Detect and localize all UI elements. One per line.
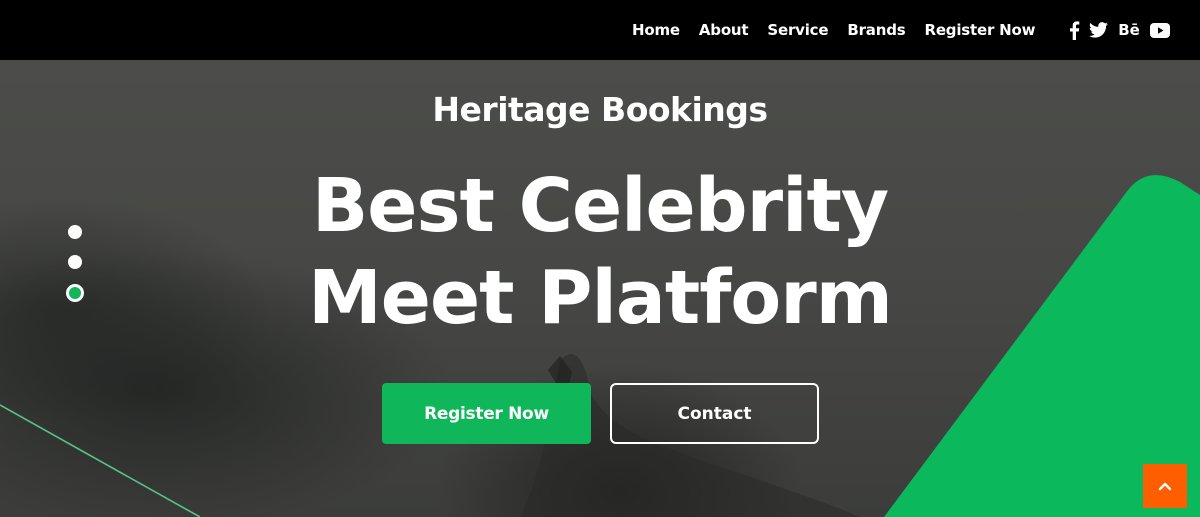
facebook-icon[interactable]: [1068, 20, 1080, 40]
behance-icon-text: Bē: [1118, 21, 1140, 39]
twitter-icon[interactable]: [1089, 22, 1108, 38]
hero-headline: Best Celebrity Meet Platform: [0, 160, 1200, 344]
hero-section: Heritage Bookings Best Celebrity Meet Pl…: [0, 60, 1200, 517]
hero-subtitle: Heritage Bookings: [432, 90, 768, 129]
hero-headline-line2: Meet Platform: [308, 255, 893, 341]
hero-headline-line1: Best Celebrity: [311, 163, 889, 249]
nav-brands-link[interactable]: Brands: [847, 21, 905, 39]
nav-about-link[interactable]: About: [699, 21, 749, 39]
top-navbar: Home About Service Brands Register Now B…: [0, 0, 1200, 60]
behance-icon[interactable]: Bē: [1117, 21, 1141, 39]
slider-dot-2[interactable]: [68, 255, 82, 269]
scroll-to-top-button[interactable]: [1143, 464, 1187, 508]
nav-register-link[interactable]: Register Now: [924, 21, 1035, 39]
slider-dot-3-active[interactable]: [66, 284, 84, 302]
main-nav: Home About Service Brands Register Now: [632, 0, 1054, 60]
nav-service-link[interactable]: Service: [767, 21, 828, 39]
contact-button[interactable]: Contact: [610, 383, 819, 444]
register-now-button[interactable]: Register Now: [382, 383, 591, 444]
youtube-icon[interactable]: [1150, 22, 1170, 38]
chevron-up-icon: [1158, 482, 1172, 491]
nav-home-link[interactable]: Home: [632, 21, 680, 39]
slider-dot-1[interactable]: [68, 225, 82, 239]
social-links: Bē: [1068, 0, 1170, 60]
